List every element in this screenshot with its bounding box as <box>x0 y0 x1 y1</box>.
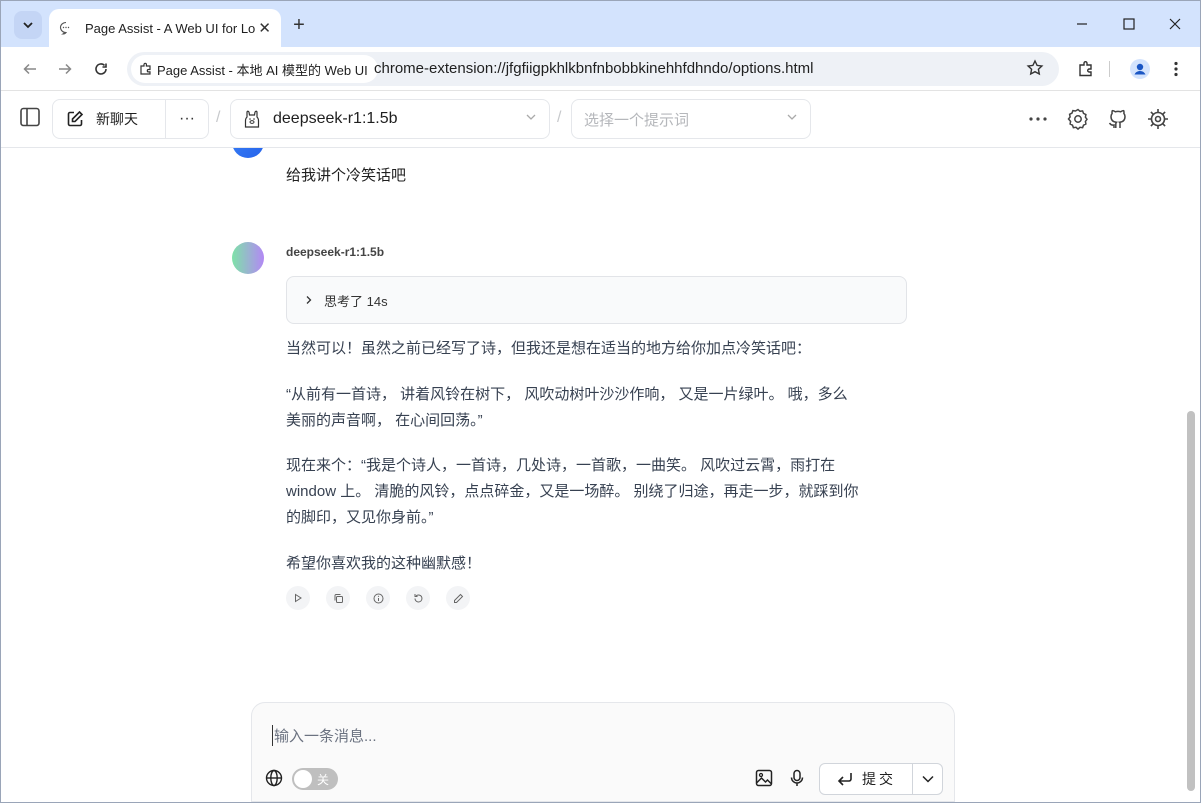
arrow-left-icon <box>23 63 36 75</box>
message-actions <box>286 586 486 610</box>
web-search-toggle[interactable]: 关 <box>292 768 338 790</box>
chevron-down-icon <box>23 22 33 29</box>
bot-avatar <box>232 242 264 274</box>
toggle-sidebar-button[interactable] <box>19 106 41 133</box>
new-tab-button[interactable]: + <box>287 13 311 37</box>
new-chat-button[interactable]: 新聊天 <box>53 100 165 138</box>
globe-icon <box>265 769 283 787</box>
forward-button[interactable] <box>51 55 79 83</box>
kebab-menu-icon <box>1174 61 1178 77</box>
back-button[interactable] <box>16 55 44 83</box>
message-composer: 输入一条消息... 关 提交 <box>251 702 955 802</box>
submit-group: 提交 <box>819 763 943 795</box>
model-name: deepseek-r1:1.5b <box>273 110 398 127</box>
scrollbar-thumb[interactable] <box>1187 411 1195 791</box>
more-menu-button[interactable] <box>1026 107 1050 131</box>
submit-label: 提交 <box>862 771 896 787</box>
info-button[interactable] <box>366 586 390 610</box>
ellipsis-icon <box>1029 117 1047 121</box>
bot-message-paragraph: 希望你喜欢我的这种幽默感！ <box>286 555 482 572</box>
chevron-right-icon <box>306 296 312 304</box>
separator-slash: / <box>557 109 562 126</box>
read-aloud-button[interactable] <box>286 586 310 610</box>
address-bar-row: Page Assist - 本地 AI 模型的 Web UI chrome-ex… <box>1 47 1200 91</box>
arrow-right-icon <box>59 63 72 75</box>
puzzle-icon <box>1079 61 1092 77</box>
refresh-icon <box>414 593 422 602</box>
url-text[interactable]: chrome-extension://jfgfiigpkhlkbnfnbobbk… <box>374 60 813 77</box>
minimize-button[interactable] <box>1059 1 1105 47</box>
chevron-down-icon <box>921 775 934 783</box>
prompt-select[interactable]: 选择一个提示词 <box>571 99 811 139</box>
settings-button[interactable] <box>1066 107 1090 131</box>
bot-message-paragraph: “从前有一首诗， 讲着风铃在树下， 风吹动树叶沙沙作响， 又是一片绿叶。 哦，多… <box>286 386 848 429</box>
browser-window: Page Assist - A Web UI for Lo ✕ + Page A… <box>0 0 1201 803</box>
bot-name: deepseek-r1:1.5b <box>286 245 385 259</box>
extensions-button[interactable] <box>1072 55 1100 83</box>
pencil-icon <box>453 593 463 603</box>
maximize-button[interactable] <box>1106 1 1152 47</box>
tab-search-button[interactable] <box>14 11 42 39</box>
chevron-down-icon <box>786 110 798 128</box>
bot-message-paragraph: 现在来个：“我是个诗人，一首诗，几处诗，一首歌，一曲笑。 风吹过云霄，雨打在 w… <box>286 457 859 526</box>
new-chat-label: 新聊天 <box>96 111 138 127</box>
web-search-icon[interactable] <box>265 769 283 792</box>
enter-icon <box>837 773 852 786</box>
site-info-chip[interactable]: Page Assist - 本地 AI 模型的 Web UI <box>131 55 378 83</box>
github-link[interactable] <box>1105 107 1129 131</box>
sidebar-icon <box>20 107 40 127</box>
more-options-button[interactable]: ··· <box>166 110 208 128</box>
toolbar-divider <box>1109 61 1110 77</box>
submit-options-button[interactable] <box>913 772 942 786</box>
voice-input-button[interactable] <box>788 769 806 792</box>
edit-icon <box>67 110 84 127</box>
user-avatar <box>232 148 264 158</box>
reload-button[interactable] <box>87 55 115 83</box>
message-input[interactable]: 输入一条消息... <box>272 725 377 746</box>
preferences-button[interactable] <box>1146 107 1170 131</box>
ollama-llama-icon <box>244 110 260 128</box>
microphone-icon <box>790 769 804 786</box>
github-icon <box>1108 109 1126 128</box>
chat-bubble-icon <box>59 20 75 36</box>
copy-button[interactable] <box>326 586 350 610</box>
close-tab-icon[interactable]: ✕ <box>258 19 271 37</box>
gear-icon <box>1067 108 1088 131</box>
play-icon <box>295 593 302 603</box>
omnibox[interactable]: Page Assist - 本地 AI 模型的 Web UI chrome-ex… <box>127 52 1059 86</box>
cog-icon <box>1148 109 1168 129</box>
user-message: 给我讲个冷笑话吧 <box>286 167 407 184</box>
bot-message-paragraph: 当然可以！虽然之前已经写了诗，但我还是想在适当的地方给你加点冷笑话吧： <box>286 340 812 357</box>
profile-button[interactable] <box>1126 55 1154 83</box>
avatar-icon <box>1130 59 1150 79</box>
separator-slash: / <box>216 109 221 126</box>
thinking-label: 思考了 14s <box>324 293 388 309</box>
new-chat-group: 新聊天 ··· <box>52 99 209 139</box>
tab-title: Page Assist - A Web UI for Lo <box>85 20 255 36</box>
prompt-placeholder: 选择一个提示词 <box>584 111 690 129</box>
edit-message-button[interactable] <box>446 586 470 610</box>
bookmark-star-icon[interactable] <box>1026 59 1044 82</box>
toggle-knob <box>294 770 312 788</box>
submit-button[interactable]: 提交 <box>820 764 912 794</box>
title-bar: Page Assist - A Web UI for Lo ✕ + <box>1 1 1200 47</box>
info-icon <box>373 593 383 603</box>
app-header: 新聊天 ··· / deepseek-r1:1.5b / 选择一个提示词 <box>1 91 1200 148</box>
browser-tab[interactable]: Page Assist - A Web UI for Lo ✕ <box>49 9 281 47</box>
extension-icon <box>140 62 151 75</box>
browser-menu-button[interactable] <box>1162 55 1190 83</box>
close-window-button[interactable] <box>1152 1 1198 47</box>
reload-icon <box>95 63 107 75</box>
ellipsis-icon: ··· <box>179 110 195 127</box>
upload-image-button[interactable] <box>755 769 773 792</box>
regenerate-button[interactable] <box>406 586 430 610</box>
thinking-collapse[interactable]: 思考了 14s <box>286 276 907 324</box>
chevron-down-icon <box>525 110 537 128</box>
copy-icon <box>334 593 343 603</box>
toggle-label: 关 <box>317 772 330 787</box>
model-select[interactable]: deepseek-r1:1.5b <box>230 99 550 139</box>
image-icon <box>755 769 773 787</box>
site-info-label: Page Assist - 本地 AI 模型的 Web UI <box>157 62 368 78</box>
